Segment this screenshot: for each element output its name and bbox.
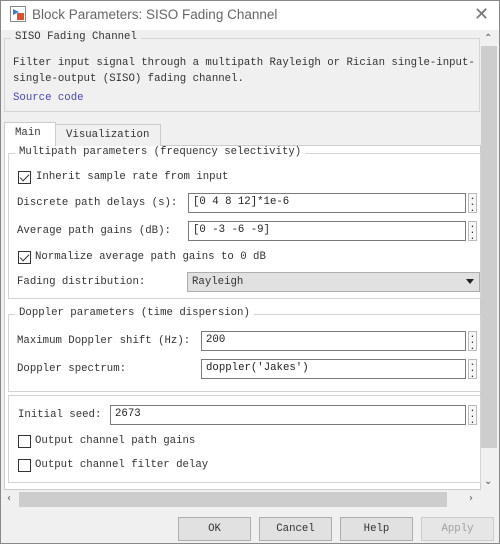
fading-distribution-select[interactable]: Rayleigh [187,272,480,292]
tab-main[interactable]: Main [4,122,56,146]
output-filter-delay-checkbox[interactable] [18,459,31,472]
output-path-gains-label: Output channel path gains [35,435,196,447]
normalize-gains-checkbox[interactable] [18,251,31,264]
scroll-down-icon[interactable]: ⌄ [484,476,492,487]
inherit-sample-rate-checkbox[interactable] [18,171,31,184]
more-options-icon[interactable]: · · · [468,331,477,354]
horizontal-scrollbar-thumb[interactable] [19,492,447,507]
doppler-group-title: Doppler parameters (time dispersion) [15,307,254,319]
apply-button[interactable]: Apply [421,517,494,541]
window-title: Block Parameters: SISO Fading Channel [32,7,278,22]
doppler-spectrum-input[interactable]: doppler('Jakes') [201,359,466,379]
vertical-scrollbar-thumb[interactable] [481,46,497,448]
ok-button[interactable]: OK [178,517,251,541]
initial-seed-label: Initial seed: [18,409,102,421]
output-path-gains-checkbox[interactable] [18,435,31,448]
doppler-shift-label: Maximum Doppler shift (Hz): [17,335,191,347]
path-gains-label: Average path gains (dB): [17,225,171,237]
scroll-right-icon[interactable]: › [469,493,473,504]
dropdown-arrow-icon [466,279,474,284]
path-delays-input[interactable]: [0 4 8 12]*1e-6 [188,193,466,213]
fading-distribution-value: Rayleigh [192,276,244,288]
close-icon[interactable]: ✕ [474,4,489,25]
more-options-icon[interactable]: · · · [468,405,477,428]
tab-visualization[interactable]: Visualization [55,124,161,146]
multipath-group-title: Multipath parameters (frequency selectiv… [15,146,306,158]
description-group-title: SISO Fading Channel [11,31,141,43]
scroll-up-icon[interactable]: ⌃ [484,33,492,44]
fading-distribution-label: Fading distribution: [17,276,146,288]
help-button[interactable]: Help [340,517,413,541]
source-code-link[interactable]: Source code [13,92,84,104]
inherit-sample-rate-label: Inherit sample rate from input [36,171,229,183]
doppler-shift-input[interactable]: 200 [201,331,466,351]
more-options-icon[interactable]: · · · [468,193,477,216]
doppler-group: Doppler parameters (time dispersion) [8,307,481,392]
initial-seed-input[interactable]: 2673 [110,405,466,425]
cancel-button[interactable]: Cancel [259,517,332,541]
scroll-left-icon[interactable]: ‹ [7,493,11,504]
doppler-spectrum-label: Doppler spectrum: [17,363,127,375]
path-gains-input[interactable]: [0 -3 -6 -9] [188,221,466,241]
normalize-gains-label: Normalize average path gains to 0 dB [35,251,266,263]
block-description: Filter input signal through a multipath … [13,57,475,85]
more-options-icon[interactable]: · · · [468,221,477,244]
output-filter-delay-label: Output channel filter delay [35,459,209,471]
more-options-icon[interactable]: · · · [468,359,477,382]
path-delays-label: Discrete path delays (s): [17,197,178,209]
simulink-block-icon [10,6,26,22]
